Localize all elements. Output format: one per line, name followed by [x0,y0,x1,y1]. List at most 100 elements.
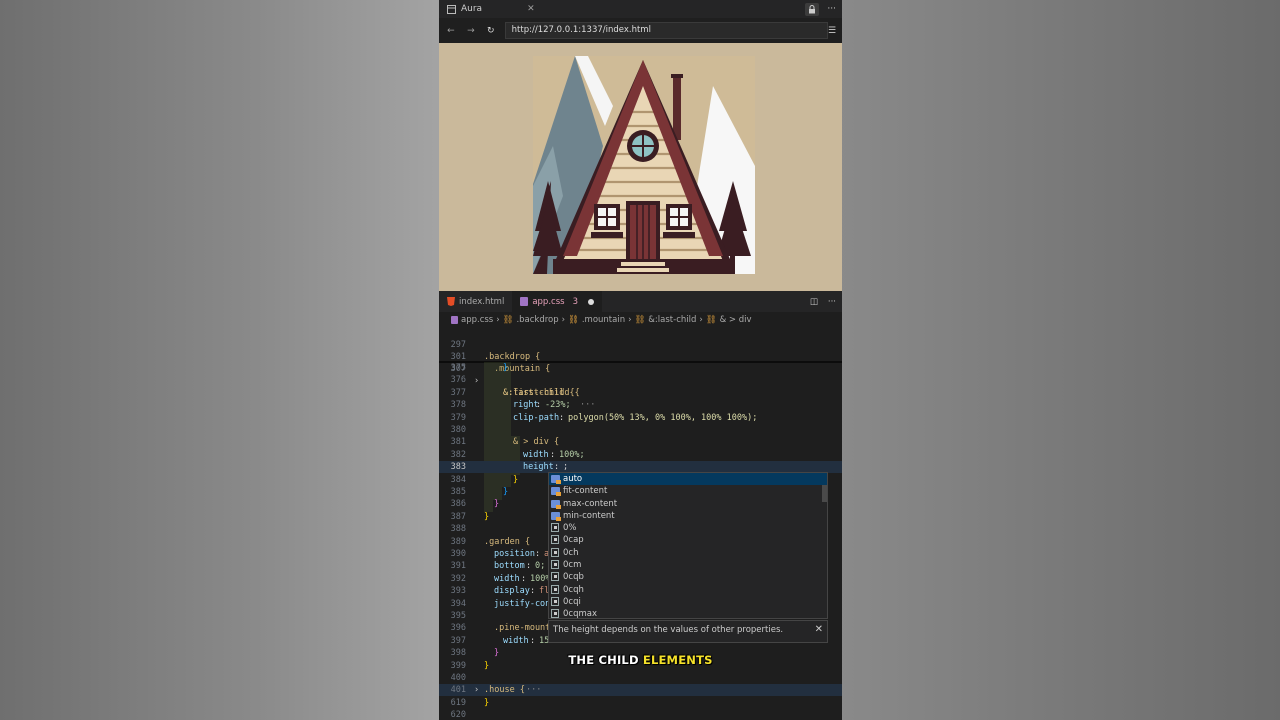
code-text: } [513,474,519,485]
close-icon[interactable]: ✕ [815,624,823,635]
value-icon [551,535,559,545]
code-line[interactable]: 381 & > div { [439,436,842,448]
line-number: 620 [450,710,466,720]
line-number: 386 [450,499,466,510]
browser-toolbar: ← → ↻ http://127.0.0.1:1337/index.html ☰ [439,18,842,43]
css-property: width [523,449,549,460]
reload-icon[interactable]: ↻ [481,26,501,36]
code-line[interactable]: 620 [439,709,842,720]
breadcrumb-item[interactable]: & > div [720,315,752,325]
code-line[interactable]: 400 [439,672,842,684]
suggestion-item[interactable]: 0cap [549,534,827,546]
suggestion-item[interactable]: 0cqmax [549,608,827,620]
breadcrumb-item[interactable]: .backdrop [516,315,558,325]
suggestion-item[interactable]: auto [549,473,827,486]
line-number: 377 [450,387,466,398]
line-number: 387 [450,511,466,522]
suggestion-label: min-content [563,510,615,521]
line-number: 395 [450,611,466,621]
collapsed-ellipsis[interactable]: ··· [526,684,541,696]
suggestion-label: 0cqh [563,584,584,595]
editor-window: Aura ✕ ··· ← → ↻ http://127.0.0.1:1337/i… [439,0,842,720]
line-number: 378 [450,400,466,411]
suggestion-label: 0cm [563,560,582,571]
line-number: 619 [450,697,466,708]
css-property: width [503,635,529,646]
code-text: } [503,363,509,373]
address-bar[interactable]: http://127.0.0.1:1337/index.html [504,22,828,39]
line-number: 393 [450,586,466,597]
more-editor-actions-icon[interactable]: ··· [828,297,836,307]
forward-arrow-icon[interactable]: → [461,26,481,36]
close-tab-icon[interactable]: ✕ [527,4,535,14]
caption-text: THE CHILD [568,653,643,667]
code-text: & > div { [513,437,560,448]
tab-app-css[interactable]: app.css 3 [512,291,602,312]
browser-tab[interactable]: Aura ✕ [439,0,543,18]
more-actions-icon[interactable]: ··· [827,4,836,14]
suggestion-item[interactable]: fit-content [549,485,827,497]
code-line[interactable]: 376 [439,374,842,386]
suggestion-label: 0cqi [563,596,581,607]
breadcrumb: app.css › ⛓ .backdrop › ⛓ .mountain › ⛓ … [439,313,842,327]
lock-icon[interactable] [805,2,820,16]
keyword-icon [551,499,561,509]
title-bar: Aura ✕ ··· [439,0,842,18]
code-line[interactable]: 378 right: -23%; [439,399,842,411]
back-arrow-icon[interactable]: ← [441,26,461,36]
code-line[interactable]: 375} [439,362,842,374]
chevron-right-icon[interactable]: › [474,684,479,696]
split-editor-icon[interactable]: ◫ [810,297,818,307]
autocomplete-suggestions[interactable]: auto fit-content max-content min-content… [548,472,828,619]
suggestion-label: 0cqmax [563,609,597,620]
keyword-icon [551,475,561,484]
code-line[interactable]: 379 clip-path: polygon(50% 13%, 0% 100%, 1… [439,412,842,424]
line-number: 392 [450,573,466,584]
chevron-right-icon: › [496,315,500,325]
tab-index-html[interactable]: index.html [439,291,512,312]
suggestion-label: max-content [563,498,618,509]
suggestion-item[interactable]: 0cqi [549,596,827,608]
video-caption: THE CHILD ELEMENTS [439,653,842,667]
code-line[interactable]: 401 › .house {··· [439,684,842,697]
breadcrumb-item[interactable]: app.css [461,315,493,325]
sticky-line[interactable]: 301 .mountain { [439,339,842,374]
suggestion-item[interactable]: 0ch [549,547,827,559]
sticky-line[interactable]: 297 .backdrop { [439,327,842,362]
selector-icon: ⛓ [634,315,646,325]
suggestion-label: 0ch [563,547,579,558]
suggestion-item[interactable]: 0% [549,522,827,534]
value-icon [551,560,559,570]
line-number: 396 [450,623,466,634]
css-property: bottom [494,561,525,572]
browser-icon [447,4,456,14]
code-line[interactable]: 377 &:last-child { [439,387,842,399]
suggestion-item[interactable]: 0cqh [549,584,827,596]
suggestion-item[interactable]: max-content [549,498,827,510]
code-text: } [503,487,509,497]
suggestion-item[interactable]: min-content [549,510,827,522]
line-number: 388 [450,524,466,535]
value-icon [551,609,559,619]
css-value: -23%; [545,400,571,411]
editor-tab-bar: index.html app.css 3 ◫ ··· [439,291,842,312]
code-line[interactable]: 380 [439,424,842,436]
breadcrumb-item[interactable]: .mountain [582,315,625,325]
code-line[interactable]: 619} [439,697,842,709]
suggestion-label: 0cap [563,535,584,546]
html-file-icon [447,297,455,306]
suggestion-item[interactable]: 0cm [549,559,827,571]
line-number: 394 [450,598,466,609]
value-icon [551,584,559,594]
line-number: 376 [450,375,466,386]
selector-icon: ⛓ [705,315,717,325]
caption-highlight: ELEMENTS [642,653,713,667]
css-value: 0; [535,561,546,572]
code-line[interactable]: 382 width:100%; [439,449,842,461]
code-text: .house { [484,685,525,696]
value-icon [551,547,559,557]
hamburger-menu-icon[interactable]: ☰ [828,26,842,36]
unsaved-dot-icon[interactable] [587,298,594,305]
breadcrumb-item[interactable]: &:last-child [648,315,696,325]
suggestion-item[interactable]: 0cqb [549,571,827,583]
